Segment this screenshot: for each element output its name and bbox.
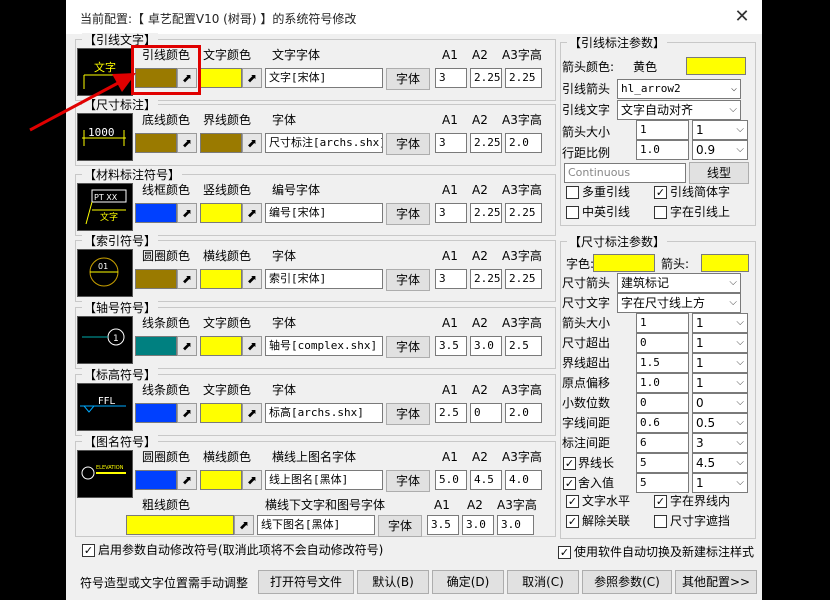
annotation-arrow [29,73,136,132]
